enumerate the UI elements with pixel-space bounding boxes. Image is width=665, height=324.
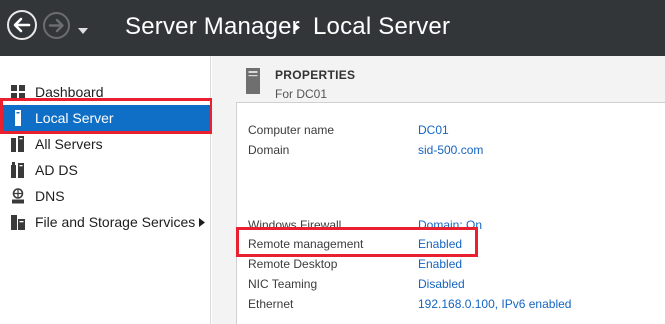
file-storage-icon: [11, 215, 25, 230]
highlight-box: [0, 98, 213, 134]
sidebar-item-dns[interactable]: DNS: [0, 183, 211, 209]
history-dropdown-button[interactable]: [77, 22, 89, 34]
sidebar: Dashboard Local Server All Servers AD DS: [0, 56, 211, 324]
page-title: Local Server: [313, 13, 451, 40]
sidebar-item-label: AD DS: [35, 162, 78, 178]
property-value-link[interactable]: sid-500.com: [418, 143, 483, 157]
property-label: NIC Teaming: [248, 277, 318, 291]
ad-ds-icon: [11, 162, 24, 178]
title-bar: Server Manager Local Server: [0, 0, 665, 56]
dns-icon: [12, 188, 24, 204]
property-value-link[interactable]: Disabled: [418, 277, 465, 291]
forward-button[interactable]: [43, 12, 70, 39]
sidebar-item-file-storage[interactable]: File and Storage Services: [0, 209, 211, 235]
chevron-down-icon: [78, 28, 88, 34]
property-row-computer-name: Computer name DC01: [248, 123, 658, 139]
property-value-link[interactable]: Enabled: [418, 257, 462, 271]
arrow-right-circle-icon: [48, 18, 64, 33]
sidebar-item-all-servers[interactable]: All Servers: [0, 131, 211, 157]
property-label: Remote Desktop: [248, 257, 338, 271]
property-label: Computer name: [248, 123, 335, 137]
breadcrumb-arrow-icon: [294, 23, 300, 32]
back-button[interactable]: [7, 10, 37, 40]
sidebar-item-ad-ds[interactable]: AD DS: [0, 157, 211, 183]
property-row-remote-desktop: Remote Desktop Enabled: [248, 257, 658, 273]
app-title: Server Manager: [125, 13, 300, 40]
arrow-left-circle-icon: [13, 17, 31, 33]
property-value-link[interactable]: 192.168.0.100, IPv6 enabled: [418, 297, 571, 311]
property-row-ethernet: Ethernet 192.168.0.100, IPv6 enabled: [248, 297, 658, 313]
chevron-right-icon[interactable]: [199, 218, 205, 227]
property-label: Domain: [248, 143, 290, 157]
property-row-nic-teaming: NIC Teaming Disabled: [248, 277, 658, 293]
multiple-servers-icon: [11, 136, 24, 152]
properties-heading: PROPERTIES: [275, 68, 356, 82]
sidebar-item-label: DNS: [35, 188, 65, 204]
properties-panel: Computer name DC01 Domain sid-500.com Wi…: [236, 102, 665, 324]
property-value-link[interactable]: DC01: [418, 123, 449, 137]
property-row-domain: Domain sid-500.com: [248, 143, 658, 159]
properties-subheading: For DC01: [275, 87, 328, 101]
highlight-box: [236, 227, 478, 257]
main-panel: PROPERTIES For DC01 Computer name DC01 D…: [212, 56, 665, 324]
server-properties-icon: [246, 68, 260, 94]
property-label: Ethernet: [248, 297, 294, 311]
sidebar-item-label: All Servers: [35, 136, 103, 152]
sidebar-item-label: File and Storage Services: [35, 214, 196, 230]
